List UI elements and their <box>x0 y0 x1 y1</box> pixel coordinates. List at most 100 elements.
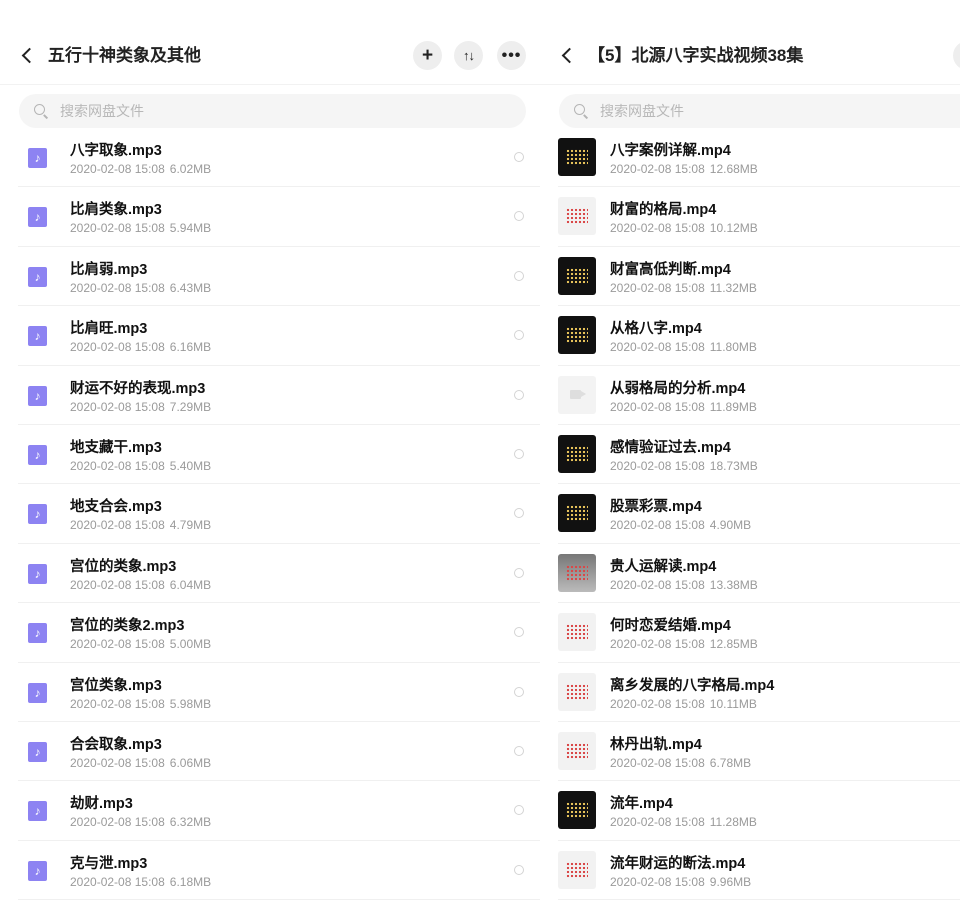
file-size: 11.80MB <box>709 340 757 355</box>
back-icon[interactable] <box>18 40 40 72</box>
audio-file-icon: ♪ <box>28 623 47 644</box>
thumbnail-pattern <box>566 802 588 819</box>
video-thumbnail <box>558 553 596 592</box>
file-row[interactable]: ♪ 宫位的类象.mp3 2020-02-08 15:08 6.04MB <box>0 544 540 604</box>
file-row[interactable]: 流年.mp4 2020-02-08 15:08 11.28MB <box>540 781 960 841</box>
file-time: 15:08 <box>674 755 705 770</box>
file-size: 5.94MB <box>169 221 212 236</box>
search-input[interactable] <box>58 102 362 120</box>
file-row[interactable]: 感情验证过去.mp4 2020-02-08 15:08 18.73MB <box>540 425 960 485</box>
file-name: 宫位的类象2.mp3 <box>70 618 185 635</box>
search-bar[interactable] <box>559 94 960 128</box>
file-meta: 2020-02-08 15:08 11.28MB <box>610 814 757 830</box>
file-date: 2020-02-08 <box>610 874 672 889</box>
file-date: 2020-02-08 <box>70 637 132 652</box>
sort-button[interactable]: ↑↓ <box>454 41 483 70</box>
audio-file-icon: ♪ <box>28 148 47 168</box>
file-row[interactable]: ♪ 地支藏干.mp3 2020-02-08 15:08 5.40MB <box>0 425 540 485</box>
file-row[interactable]: ♪ 宫位的类象2.mp3 2020-02-08 15:08 5.00MB <box>0 603 540 663</box>
select-radio[interactable] <box>514 448 524 459</box>
select-radio[interactable] <box>514 508 524 519</box>
file-date: 2020-02-08 <box>70 518 132 533</box>
file-date: 2020-02-08 <box>610 518 672 533</box>
file-date: 2020-02-08 <box>610 637 672 652</box>
file-row[interactable]: 离乡发展的八字格局.mp4 2020-02-08 15:08 10.11MB <box>540 663 960 722</box>
file-meta: 2020-02-08 15:08 5.94MB <box>70 220 211 236</box>
file-row[interactable]: 从格八字.mp4 2020-02-08 15:08 11.80MB <box>540 306 960 366</box>
thumbnail-pattern <box>566 861 588 878</box>
file-date: 2020-02-08 <box>70 815 132 830</box>
file-size: 5.40MB <box>169 458 212 473</box>
back-icon[interactable] <box>558 40 580 72</box>
file-size: 18.73MB <box>709 458 758 473</box>
file-size: 9.96MB <box>709 874 752 889</box>
select-radio[interactable] <box>514 745 524 756</box>
thumbnail-pattern <box>566 208 588 225</box>
file-row[interactable]: ♪ 地支合会.mp3 2020-02-08 15:08 4.79MB <box>0 484 540 544</box>
file-size: 11.28MB <box>709 815 757 830</box>
file-row[interactable]: ♪ 八字取象.mp3 2020-02-08 15:08 6.02MB <box>0 128 540 188</box>
search-input[interactable] <box>598 102 902 120</box>
audio-file-icon: ♪ <box>28 266 47 287</box>
more-button[interactable]: ••• <box>497 41 526 70</box>
file-row[interactable]: ♪ 劫财.mp3 2020-02-08 15:08 6.32MB <box>0 781 540 841</box>
file-time: 15:08 <box>134 458 165 473</box>
file-row[interactable]: ♪ 比肩旺.mp3 2020-02-08 15:08 6.16MB <box>0 306 540 366</box>
file-row[interactable]: ♪ 比肩类象.mp3 2020-02-08 15:08 5.94MB <box>0 187 540 247</box>
file-meta: 2020-02-08 15:08 6.16MB <box>70 339 211 355</box>
file-date: 2020-02-08 <box>610 399 672 414</box>
select-radio[interactable] <box>514 686 524 697</box>
file-list: 八字案例详解.mp4 2020-02-08 15:08 12.68MB 财富的格局.m… <box>540 128 960 900</box>
select-radio[interactable] <box>514 270 524 281</box>
file-row[interactable]: 八字案例详解.mp4 2020-02-08 15:08 12.68MB <box>540 128 960 188</box>
search-icon <box>574 104 588 118</box>
add-button[interactable] <box>953 41 960 70</box>
select-radio[interactable] <box>514 627 524 638</box>
select-radio[interactable] <box>514 389 524 400</box>
file-row[interactable]: 财富高低判断.mp4 2020-02-08 15:08 11.32MB <box>540 247 960 307</box>
file-row[interactable]: 贵人运解读.mp4 2020-02-08 15:08 13.38MB <box>540 544 960 604</box>
file-row[interactable]: ♪ 比肩弱.mp3 2020-02-08 15:08 6.43MB <box>0 247 540 307</box>
file-time: 15:08 <box>674 340 705 355</box>
file-meta: 2020-02-08 15:08 11.32MB <box>610 280 757 296</box>
select-radio[interactable] <box>514 211 524 222</box>
search-bar[interactable] <box>19 94 526 128</box>
add-button[interactable]: + <box>413 41 442 70</box>
audio-file-icon: ♪ <box>28 563 47 584</box>
file-row[interactable]: ♪ 宫位类象.mp3 2020-02-08 15:08 5.98MB <box>0 663 540 722</box>
file-name: 宫位类象.mp3 <box>70 677 162 694</box>
file-row[interactable]: 何时恋爱结婚.mp4 2020-02-08 15:08 12.85MB <box>540 603 960 663</box>
select-radio[interactable] <box>514 864 524 875</box>
file-meta: 2020-02-08 15:08 5.40MB <box>70 458 211 474</box>
thumbnail-pattern <box>566 742 588 759</box>
file-time: 15:08 <box>134 696 165 711</box>
file-size: 6.16MB <box>169 340 212 355</box>
file-name: 宫位的类象.mp3 <box>70 558 177 575</box>
select-radio[interactable] <box>514 805 524 816</box>
file-row[interactable]: 林丹出轨.mp4 2020-02-08 15:08 6.78MB <box>540 722 960 782</box>
header: 【5】北源八字实战视频38集 <box>540 0 960 85</box>
file-row[interactable]: 财富的格局.mp4 2020-02-08 15:08 10.12MB <box>540 187 960 247</box>
file-row[interactable]: 从弱格局的分析.mp4 2020-02-08 15:08 11.89MB <box>540 366 960 425</box>
file-row[interactable]: ♪ 合会取象.mp3 2020-02-08 15:08 6.06MB <box>0 722 540 782</box>
file-name: 林丹出轨.mp4 <box>610 736 702 753</box>
file-date: 2020-02-08 <box>610 696 672 711</box>
select-radio[interactable] <box>514 152 524 162</box>
file-name: 从弱格局的分析.mp4 <box>610 380 746 397</box>
file-row[interactable]: ♪ 克与泄.mp3 2020-02-08 15:08 6.18MB <box>0 841 540 900</box>
file-row[interactable]: ♪ 财运不好的表现.mp3 2020-02-08 15:08 7.29MB <box>0 366 540 425</box>
video-thumbnail <box>558 494 596 533</box>
search-icon <box>34 104 48 118</box>
file-size: 13.38MB <box>709 577 758 592</box>
audio-file-icon: ♪ <box>28 801 47 822</box>
select-radio[interactable] <box>514 567 524 578</box>
file-size: 4.90MB <box>709 518 752 533</box>
file-meta: 2020-02-08 15:08 6.06MB <box>70 755 211 771</box>
file-name: 流年财运的断法.mp4 <box>610 855 746 872</box>
file-name: 八字取象.mp3 <box>70 143 162 159</box>
file-size: 12.68MB <box>709 162 758 176</box>
file-row[interactable]: 股票彩票.mp4 2020-02-08 15:08 4.90MB <box>540 484 960 544</box>
select-radio[interactable] <box>514 330 524 341</box>
file-time: 15:08 <box>674 162 705 176</box>
file-row[interactable]: 流年财运的断法.mp4 2020-02-08 15:08 9.96MB <box>540 841 960 900</box>
